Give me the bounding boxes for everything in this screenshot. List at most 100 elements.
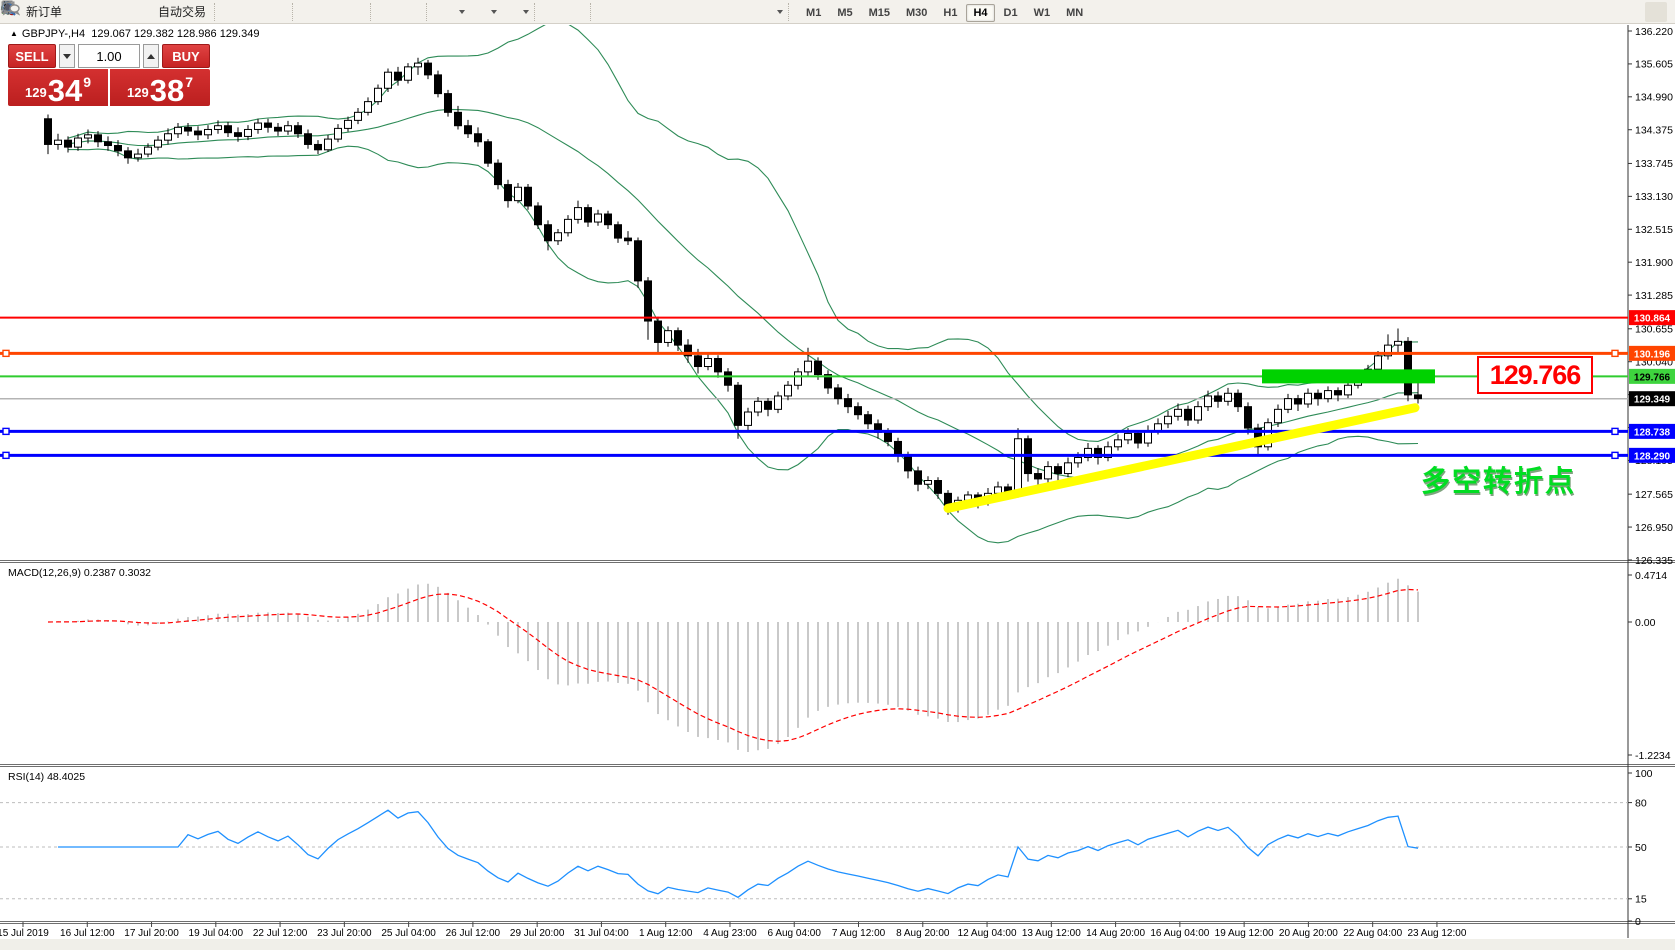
search-icon[interactable] (1623, 2, 1645, 22)
market-watch-icon[interactable] (90, 2, 112, 22)
tf-button-M30[interactable]: M30 (899, 4, 934, 22)
tf-button-W1[interactable]: W1 (1027, 4, 1058, 22)
arrows-dropdown-caret[interactable] (777, 10, 783, 14)
text-label-tool-icon[interactable]: T (732, 2, 754, 22)
tf-button-M1[interactable]: M1 (799, 4, 828, 22)
svg-text:12 Aug 04:00: 12 Aug 04:00 (958, 928, 1017, 939)
zoom-in-icon[interactable] (302, 2, 324, 22)
svg-text:26 Jul 12:00: 26 Jul 12:00 (446, 928, 501, 939)
svg-text:0: 0 (1635, 916, 1641, 928)
tf-button-H4[interactable]: H4 (966, 4, 994, 22)
vertical-line-tool-icon[interactable] (600, 2, 622, 22)
line-handle (1612, 428, 1618, 434)
buy-price-display[interactable]: 129 38 7 (110, 69, 210, 106)
macd-label: MACD(12,26,9) 0.2387 0.3032 (8, 567, 151, 579)
navigator-icon[interactable] (112, 2, 134, 22)
level-line-128.738[interactable]: 128.738 (0, 424, 1675, 439)
green-highlight-box[interactable] (1262, 369, 1435, 383)
svg-text:136.220: 136.220 (1635, 26, 1673, 38)
cursor-icon[interactable] (544, 2, 566, 22)
svg-text:134.990: 134.990 (1635, 92, 1673, 104)
trendline-tool-icon[interactable] (644, 2, 666, 22)
sell-price-prefix: 129 (25, 85, 47, 100)
horizontal-line-tool-icon[interactable] (622, 2, 644, 22)
svg-text:17 Jul 20:00: 17 Jul 20:00 (124, 928, 179, 939)
tf-button-H1[interactable]: H1 (936, 4, 964, 22)
zoom-out-icon[interactable] (324, 2, 346, 22)
volume-decrease-button[interactable] (59, 44, 75, 68)
crosshair-icon[interactable] (566, 2, 588, 22)
sell-button[interactable]: SELL (8, 44, 56, 68)
auto-trading-icon[interactable] (134, 2, 156, 22)
period-dropdown-caret[interactable] (491, 10, 497, 14)
fibonacci-tool-icon[interactable] (688, 2, 710, 22)
svg-text:132.515: 132.515 (1635, 224, 1673, 236)
chart-profiles-icon[interactable] (68, 2, 90, 22)
svg-text:4 Aug 23:00: 4 Aug 23:00 (703, 928, 757, 939)
chart-shift-icon[interactable] (402, 2, 424, 22)
timeframe-group: M1M5M15M30H1H4D1W1MN (798, 3, 1091, 21)
price-callout-label[interactable]: 129.766 (1477, 356, 1593, 394)
svg-text:133.745: 133.745 (1635, 158, 1673, 170)
level-line-130.196[interactable]: 130.196 (0, 346, 1675, 361)
text-tool-icon[interactable]: A (710, 2, 732, 22)
new-order-label[interactable]: 新订单 (26, 3, 62, 20)
svg-text:134.375: 134.375 (1635, 125, 1673, 137)
svg-text:29 Jul 20:00: 29 Jul 20:00 (510, 928, 565, 939)
green-box-layer[interactable] (1262, 369, 1435, 383)
svg-text:128.290: 128.290 (1634, 451, 1671, 462)
volume-increase-button[interactable] (143, 44, 159, 68)
svg-text:128.738: 128.738 (1634, 427, 1671, 438)
chat-icon[interactable] (1645, 2, 1667, 22)
bollinger-bands (68, 22, 1418, 543)
svg-text:100: 100 (1635, 768, 1653, 780)
symbol-period-label: GBPJPY-,H4 (22, 28, 85, 40)
new-chart-icon[interactable] (436, 2, 458, 22)
rsi-line (58, 810, 1418, 897)
svg-text:19 Jul 04:00: 19 Jul 04:00 (189, 928, 244, 939)
svg-text:7 Aug 12:00: 7 Aug 12:00 (832, 928, 886, 939)
tf-button-MN[interactable]: MN (1059, 4, 1090, 22)
svg-text:1 Aug 12:00: 1 Aug 12:00 (639, 928, 693, 939)
svg-text:0.00: 0.00 (1635, 617, 1656, 629)
svg-text:131.285: 131.285 (1635, 290, 1673, 302)
toolbar-separator (534, 3, 542, 21)
sell-price-display[interactable]: 129 34 9 (8, 69, 110, 106)
tf-button-M5[interactable]: M5 (830, 4, 859, 22)
volume-input[interactable] (78, 44, 140, 68)
main-toolbar: 新订单 自动交易 (0, 0, 1675, 24)
svg-text:130.864: 130.864 (1634, 314, 1671, 325)
svg-text:126.950: 126.950 (1635, 522, 1673, 534)
indicators-dropdown-caret[interactable] (523, 10, 529, 14)
tile-windows-icon[interactable] (346, 2, 368, 22)
svg-text:130.196: 130.196 (1634, 349, 1671, 360)
line-chart-icon[interactable] (268, 2, 290, 22)
new-chart-dropdown-caret[interactable] (459, 10, 465, 14)
buy-price-big: 38 (150, 78, 184, 104)
triangle-up-icon (147, 54, 155, 59)
buy-button[interactable]: BUY (162, 44, 210, 68)
level-line-130.864[interactable]: 130.864 (0, 310, 1675, 325)
candlestick-chart-icon[interactable] (246, 2, 268, 22)
svg-text:131.900: 131.900 (1635, 257, 1673, 269)
price-axis-ticks: 136.220135.605134.990134.375133.745133.1… (1628, 26, 1673, 567)
sell-price-sup: 9 (83, 74, 91, 90)
svg-text:16 Aug 04:00: 16 Aug 04:00 (1150, 928, 1209, 939)
channel-tool-icon[interactable] (666, 2, 688, 22)
bar-chart-icon[interactable] (224, 2, 246, 22)
time-axis[interactable]: 15 Jul 201916 Jul 12:0017 Jul 20:0019 Ju… (0, 922, 1467, 939)
auto-scroll-icon[interactable] (380, 2, 402, 22)
period-clock-icon[interactable] (468, 2, 490, 22)
tf-button-D1[interactable]: D1 (997, 4, 1025, 22)
tf-button-M15[interactable]: M15 (862, 4, 897, 22)
window-marker-icon[interactable]: ▲ (10, 29, 18, 38)
turning-point-annotation[interactable]: 多空转折点 (1421, 458, 1576, 500)
toolbar-separator (426, 3, 434, 21)
indicators-icon[interactable] (500, 2, 522, 22)
arrows-tool-icon[interactable] (754, 2, 776, 22)
svg-text:0.4714: 0.4714 (1635, 570, 1667, 582)
mt4-terminal-window: { "toolbar": { "new_order_label": "新订单",… (0, 0, 1675, 950)
auto-trading-label[interactable]: 自动交易 (158, 3, 206, 20)
macd-pane (48, 579, 1418, 752)
macd-axis: 0.47140.00-1.2234 (1628, 570, 1671, 762)
